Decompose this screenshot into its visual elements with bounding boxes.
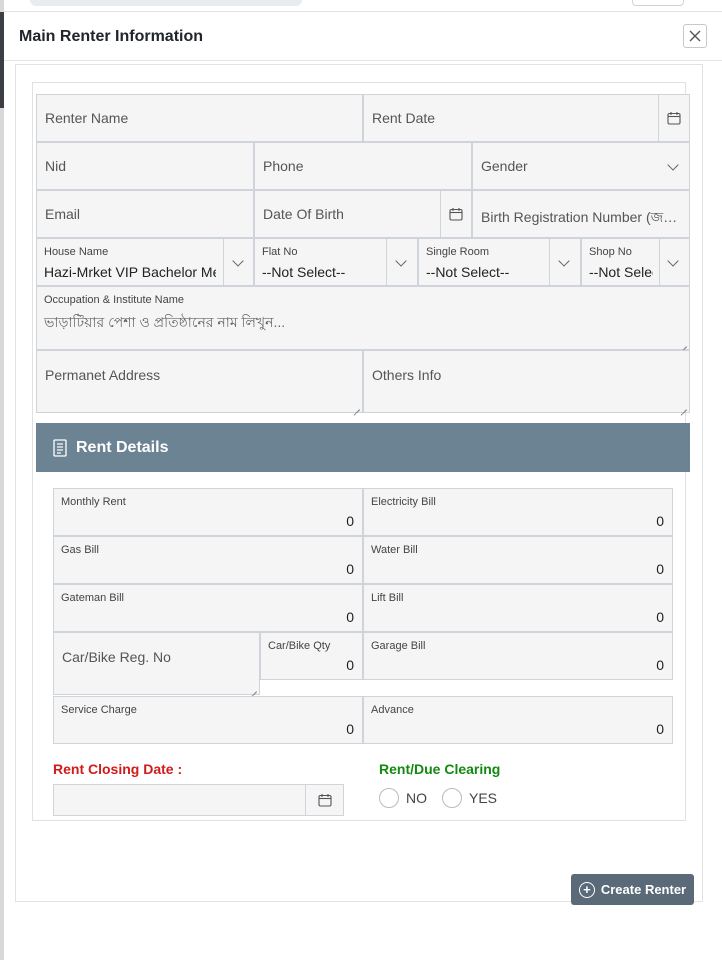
create-renter-label: Create Renter [600,882,687,897]
clearing-no-radio[interactable] [379,788,399,808]
calendar-icon [449,208,463,221]
background-button [632,0,684,6]
email-input[interactable]: Email [36,190,254,238]
resize-handle-icon[interactable] [352,402,360,410]
rent-due-clearing-label: Rent/Due Clearing [379,761,501,777]
modal-title: Main Renter Information [19,28,204,45]
shop-no-select[interactable]: Shop No --Not Select-- [581,238,690,286]
single-room-select[interactable]: Single Room --Not Select-- [418,238,581,286]
chevron-down-icon [395,255,407,267]
select-divider [386,239,387,285]
chevron-down-icon [667,159,679,171]
service-charge-input[interactable]: Service Charge 0 [53,696,363,744]
rent-date-calendar-button[interactable] [658,94,690,142]
dob-calendar-button[interactable] [440,190,472,238]
resize-handle-icon[interactable] [679,402,687,410]
car-bike-qty-input[interactable]: Car/Bike Qty 0 [260,632,363,680]
resize-handle-icon[interactable] [679,339,687,347]
others-info-textarea[interactable]: Others Info [363,350,690,413]
gas-bill-input[interactable]: Gas Bill 0 [53,536,363,584]
rent-closing-date-label: Rent Closing Date : [53,761,183,777]
rent-closing-date-input[interactable] [53,784,306,816]
chevron-down-icon [232,255,244,267]
select-divider [223,239,224,285]
birth-registration-input[interactable]: Birth Registration Number (জন্ম নিবন্ধন … [472,190,690,238]
garage-bill-input[interactable]: Garage Bill 0 [363,632,673,680]
electricity-bill-input[interactable]: Electricity Bill 0 [363,488,673,536]
clearing-yes-radio[interactable] [442,788,462,808]
gateman-bill-input[interactable]: Gateman Bill 0 [53,584,363,632]
nid-input[interactable]: Nid [36,142,254,190]
gender-select[interactable]: Gender [472,142,690,190]
house-name-select[interactable]: House Name Hazi-Mrket VIP Bachelor Mess [36,238,254,286]
plus-circle-icon: + [578,881,595,898]
select-divider [659,239,660,285]
occupation-textarea[interactable]: Occupation & Institute Name ভাড়াটিয়ার … [36,286,690,350]
advance-input[interactable]: Advance 0 [363,696,673,744]
receipt-icon [53,438,67,457]
close-button[interactable] [683,24,707,48]
permanent-address-textarea[interactable]: Permanet Address [36,350,363,413]
chevron-down-icon [558,255,570,267]
modal-header: Main Renter Information [4,12,722,61]
monthly-rent-input[interactable]: Monthly Rent 0 [53,488,363,536]
create-renter-button[interactable]: + Create Renter [571,874,694,905]
water-bill-input[interactable]: Water Bill 0 [363,536,673,584]
resize-handle-icon[interactable] [249,684,257,692]
phone-input[interactable]: Phone [254,142,472,190]
flat-no-select[interactable]: Flat No --Not Select-- [254,238,418,286]
renter-name-input[interactable]: Renter Name [36,94,363,142]
rent-details-header: Rent Details [36,423,690,472]
rent-date-input[interactable]: Rent Date [363,94,659,142]
lift-bill-input[interactable]: Lift Bill 0 [363,584,673,632]
clearing-yes-label: YES [469,790,498,806]
select-divider [549,239,550,285]
calendar-icon [667,112,681,125]
background-search-bar [30,0,302,6]
closing-date-calendar-button[interactable] [305,784,344,816]
rent-details-title: Rent Details [76,438,169,456]
close-icon [689,30,701,42]
dob-input[interactable]: Date Of Birth [254,190,441,238]
chevron-down-icon [667,255,679,267]
calendar-icon [317,794,332,807]
car-bike-reg-textarea[interactable]: Car/Bike Reg. No [53,632,260,695]
clearing-no-label: NO [406,790,427,806]
